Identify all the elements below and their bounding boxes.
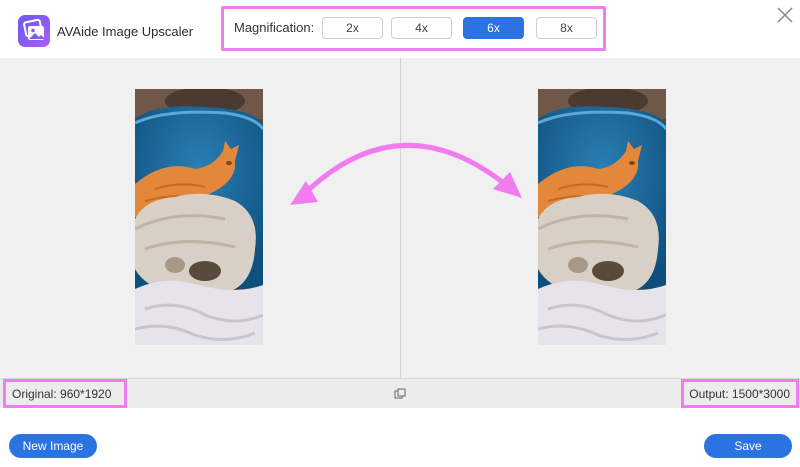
- magnification-8x-button[interactable]: 8x: [536, 17, 597, 39]
- output-size-label: Output: 1500*3000: [689, 387, 790, 401]
- original-image-preview: [135, 89, 263, 345]
- title-bar: AVAide Image Upscaler Magnification: 2x …: [0, 0, 800, 58]
- preview-area: [0, 58, 800, 378]
- output-image-preview: [538, 89, 666, 345]
- output-size-box: Output: 1500*3000: [681, 379, 799, 408]
- close-icon[interactable]: [774, 4, 796, 26]
- original-size-label: Original: 960*1920: [12, 387, 112, 401]
- app-title: AVAide Image Upscaler: [57, 24, 194, 39]
- magnification-2x-button[interactable]: 2x: [322, 17, 383, 39]
- magnification-4x-button[interactable]: 4x: [391, 17, 452, 39]
- preview-divider: [400, 58, 401, 378]
- magnification-label: Magnification:: [234, 20, 315, 35]
- magnification-6x-button[interactable]: 6x: [463, 17, 524, 39]
- save-button[interactable]: Save: [704, 434, 792, 458]
- original-size-box: Original: 960*1920: [3, 379, 127, 408]
- info-bar: Original: 960*1920 Output: 1500*3000: [0, 378, 800, 408]
- magnification-selector: Magnification: 2x 4x 6x 8x: [221, 6, 606, 51]
- compare-icon[interactable]: [394, 387, 406, 399]
- new-image-button[interactable]: New Image: [9, 434, 97, 458]
- image-gallery-icon: [18, 15, 50, 47]
- footer: New Image Save: [0, 408, 800, 467]
